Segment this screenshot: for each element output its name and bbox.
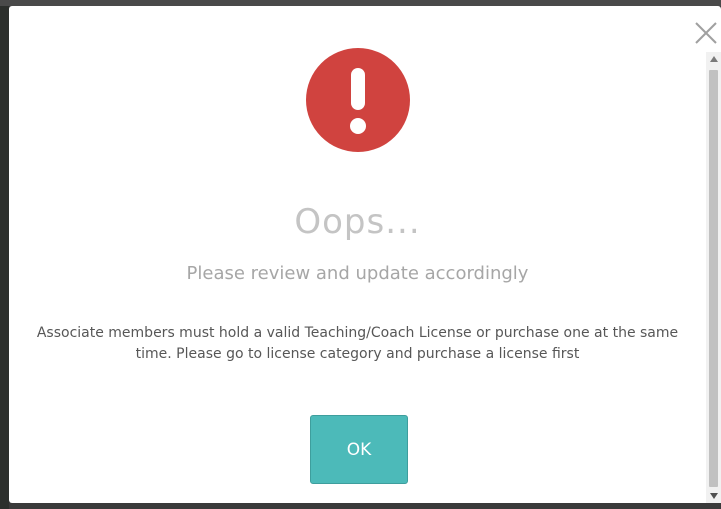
scroll-up-arrow-icon[interactable] [706,52,721,66]
vertical-scrollbar[interactable] [706,52,721,503]
close-button[interactable] [693,20,719,46]
scroll-down-arrow-icon[interactable] [706,489,721,503]
dialog-subtitle: Please review and update accordingly [186,263,529,284]
error-exclamation-icon [306,48,410,152]
close-icon [695,22,717,44]
dialog-title: Oops... [294,202,421,242]
alert-dialog: Oops... Please review and update accordi… [9,6,721,503]
scrollbar-thumb[interactable] [709,70,718,487]
dialog-message: Associate members must hold a valid Teac… [36,325,679,362]
ok-button[interactable]: OK [310,415,408,484]
background-page-edge [0,0,9,509]
